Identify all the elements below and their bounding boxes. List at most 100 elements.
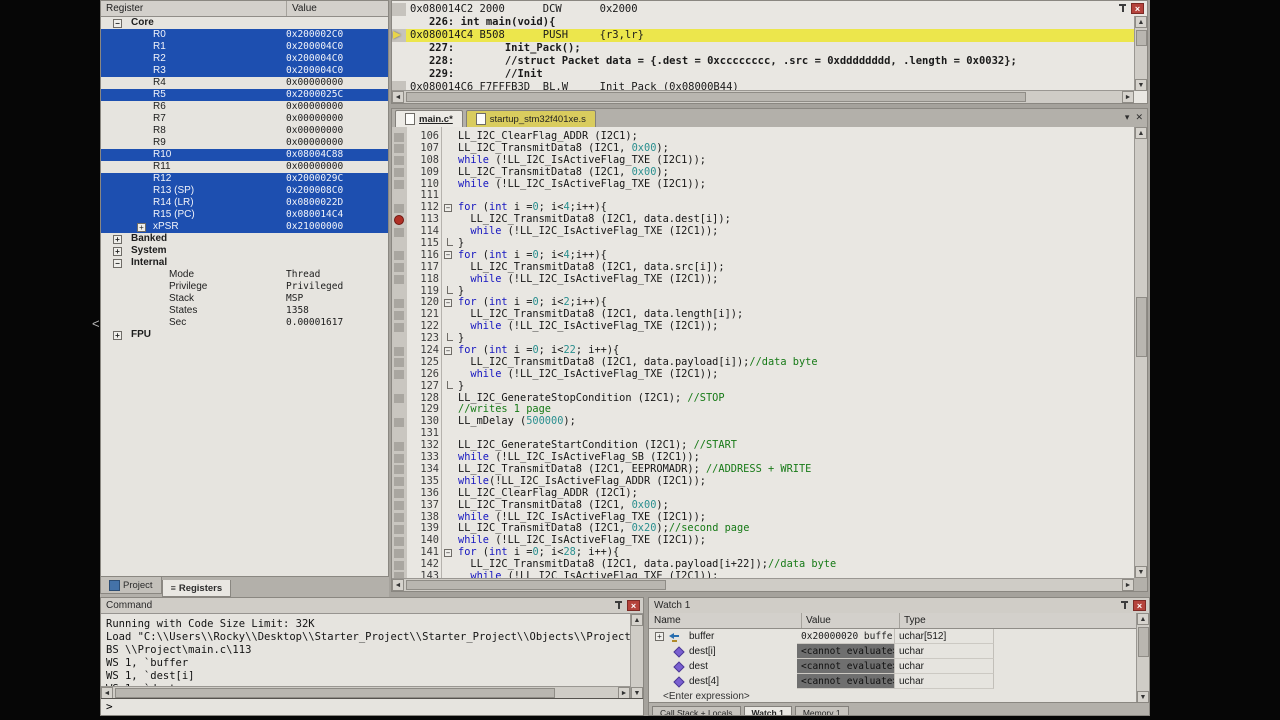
code-line[interactable]: 126 while (!LL_I2C_IsActiveFlag_TXE (I2C… <box>392 369 1134 381</box>
disassembly-line[interactable]: 227: Init_Pack(); <box>392 42 1134 55</box>
scroll-right-icon[interactable]: ► <box>1122 579 1134 591</box>
register-row[interactable]: −Internal <box>101 257 388 269</box>
line-gutter[interactable] <box>392 381 407 393</box>
disassembly-line[interactable]: 0x080014C2 2000 DCW 0x2000 <box>392 3 1134 16</box>
expand-plus-icon[interactable]: + <box>113 235 122 244</box>
line-gutter[interactable] <box>392 357 407 369</box>
watch-row[interactable]: +buffer0x20000020 buffer[] ""uchar[512] <box>649 629 1136 644</box>
fold-collapse-icon[interactable]: − <box>444 204 452 212</box>
register-row[interactable]: R40x00000000 <box>101 77 388 89</box>
close-icon[interactable]: × <box>627 600 640 611</box>
register-row[interactable]: Sec0.00001617 <box>101 317 388 329</box>
line-gutter[interactable] <box>392 309 407 321</box>
register-row[interactable]: R13 (SP)0x200008C0 <box>101 185 388 197</box>
register-row[interactable]: R30x200004C0 <box>101 65 388 77</box>
scroll-thumb[interactable] <box>115 688 555 698</box>
close-icon[interactable]: × <box>1133 600 1146 611</box>
line-gutter[interactable] <box>392 214 407 226</box>
scroll-up-icon[interactable]: ▲ <box>1135 16 1147 28</box>
register-row[interactable]: R70x00000000 <box>101 113 388 125</box>
line-gutter[interactable] <box>392 440 407 452</box>
scroll-thumb[interactable] <box>406 580 666 590</box>
line-gutter[interactable] <box>392 571 407 578</box>
register-row[interactable]: States1358 <box>101 305 388 317</box>
watch-row[interactable]: dest[4]<cannot evaluate>uchar <box>649 674 1136 689</box>
line-gutter[interactable] <box>392 131 407 143</box>
scroll-thumb[interactable] <box>1138 627 1149 657</box>
line-gutter[interactable] <box>392 238 407 250</box>
pin-icon[interactable] <box>613 600 624 611</box>
line-gutter[interactable] <box>392 143 407 155</box>
line-gutter[interactable] <box>392 452 407 464</box>
line-gutter[interactable] <box>392 321 407 333</box>
scroll-down-icon[interactable]: ▼ <box>1135 79 1147 91</box>
editor-content[interactable]: 106LL_I2C_ClearFlag_ADDR (I2C1);107LL_I2… <box>392 127 1134 578</box>
breakpoint-icon[interactable] <box>394 215 404 225</box>
register-row[interactable]: R90x00000000 <box>101 137 388 149</box>
line-gutter[interactable] <box>392 500 407 512</box>
line-gutter[interactable] <box>392 523 407 535</box>
scroll-up-icon[interactable]: ▲ <box>631 614 643 626</box>
line-gutter[interactable] <box>392 202 407 214</box>
line-gutter[interactable] <box>392 428 407 440</box>
register-row[interactable]: R10x200004C0 <box>101 41 388 53</box>
register-row[interactable]: +xPSR0x21000000 <box>101 221 388 233</box>
line-gutter[interactable] <box>392 393 407 405</box>
disassembly-content[interactable]: 0x080014C2 2000 DCW 0x2000 226: int main… <box>392 3 1134 94</box>
register-row[interactable]: R15 (PC)0x080014C4 <box>101 209 388 221</box>
line-gutter[interactable] <box>392 167 407 179</box>
register-row[interactable]: −Core <box>101 17 388 29</box>
line-gutter[interactable] <box>392 250 407 262</box>
line-gutter[interactable] <box>392 369 407 381</box>
fold-collapse-icon[interactable]: − <box>444 549 452 557</box>
line-gutter[interactable] <box>392 286 407 298</box>
register-row[interactable]: R100x08004C88 <box>101 149 388 161</box>
line-gutter[interactable] <box>392 416 407 428</box>
expand-plus-icon[interactable]: + <box>113 247 122 256</box>
disassembly-vscrollbar[interactable]: ▲ ▼ <box>1134 16 1147 91</box>
line-gutter[interactable] <box>392 476 407 488</box>
expand-plus-icon[interactable]: + <box>113 331 122 340</box>
register-row[interactable]: R120x2000029C <box>101 173 388 185</box>
tab-project[interactable]: Project <box>100 577 162 594</box>
line-gutter[interactable] <box>392 547 407 559</box>
line-gutter[interactable] <box>392 179 407 191</box>
line-gutter[interactable] <box>392 345 407 357</box>
line-gutter[interactable] <box>392 297 407 309</box>
editor-hscrollbar[interactable]: ◄ ► <box>392 578 1134 591</box>
scroll-left-icon[interactable]: ◄ <box>392 91 404 103</box>
tab-list-dropdown-icon[interactable]: ▾ <box>1125 112 1130 123</box>
scroll-thumb[interactable] <box>1136 30 1147 46</box>
line-gutter[interactable] <box>392 535 407 547</box>
line-gutter[interactable] <box>392 559 407 571</box>
line-gutter[interactable] <box>392 488 407 500</box>
pin-icon[interactable] <box>1117 3 1128 14</box>
register-row[interactable]: R20x200004C0 <box>101 53 388 65</box>
collapse-minus-icon[interactable]: − <box>113 259 122 268</box>
disassembly-line[interactable]: 228: //struct Packet data = {.dest = 0xc… <box>392 55 1134 68</box>
disassembly-line[interactable]: 229: //Init <box>392 68 1134 81</box>
collapse-minus-icon[interactable]: − <box>113 19 122 28</box>
tab-main-c[interactable]: main.c* <box>395 110 463 127</box>
watch-row[interactable]: dest<cannot evaluate>uchar <box>649 659 1136 674</box>
line-gutter[interactable] <box>392 464 407 476</box>
scroll-thumb[interactable] <box>1136 297 1147 357</box>
command-input[interactable]: > <box>101 698 643 715</box>
bottom-tab-watch-1[interactable]: Watch 1 <box>744 706 792 715</box>
line-gutter[interactable] <box>392 333 407 345</box>
watch-vscrollbar[interactable]: ▲ ▼ <box>1136 613 1149 703</box>
disassembly-line[interactable]: 0x080014C4 B508 PUSH {r3,lr} <box>392 29 1134 42</box>
register-row[interactable]: +Banked <box>101 233 388 245</box>
scroll-right-icon[interactable]: ► <box>1122 91 1134 103</box>
disassembly-hscrollbar[interactable]: ◄ ► <box>392 90 1134 103</box>
code-line[interactable]: 118 while (!LL_I2C_IsActiveFlag_TXE (I2C… <box>392 274 1134 286</box>
register-row[interactable]: R60x00000000 <box>101 101 388 113</box>
close-icon[interactable]: × <box>1131 3 1144 14</box>
tab-startup-s[interactable]: startup_stm32f401xe.s <box>466 110 596 127</box>
scroll-thumb[interactable] <box>406 92 1026 102</box>
expand-plus-icon[interactable]: + <box>137 223 146 232</box>
line-gutter[interactable] <box>392 262 407 274</box>
bottom-tab-memory-1[interactable]: Memory 1 <box>795 706 849 715</box>
scroll-left-icon[interactable]: ◄ <box>392 579 404 591</box>
line-gutter[interactable] <box>392 155 407 167</box>
